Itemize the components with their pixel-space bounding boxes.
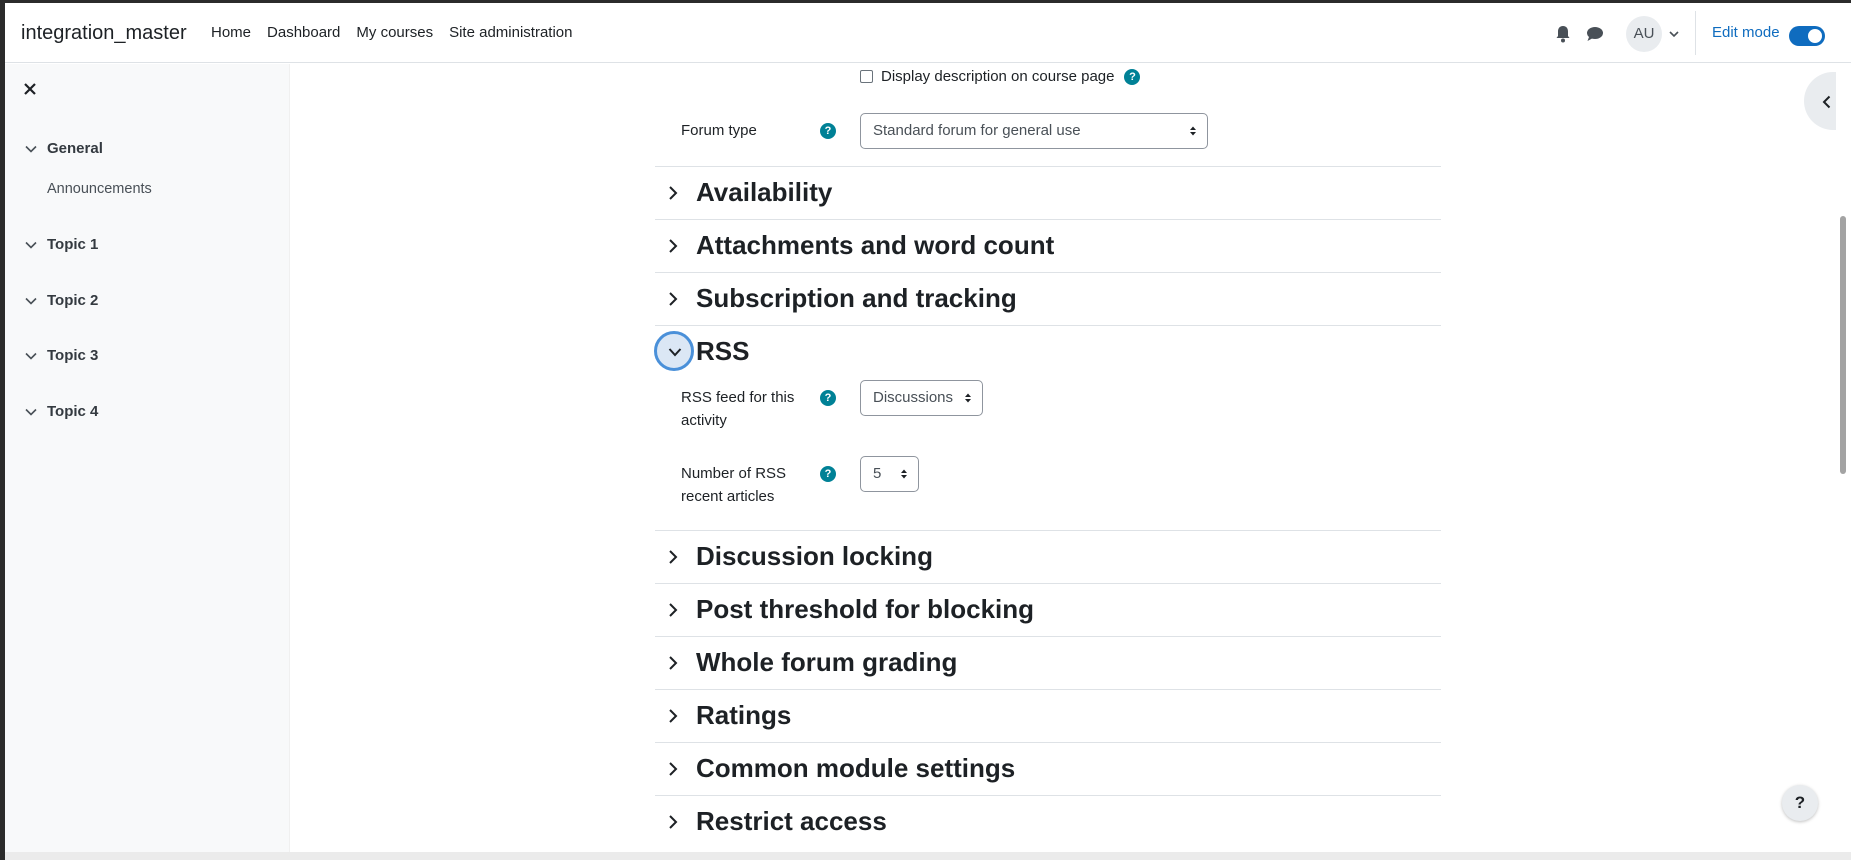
chevron-right-icon <box>669 239 678 253</box>
rss-articles-label: Number of RSS recent articles <box>681 465 787 505</box>
scrollbar-thumb[interactable] <box>1840 216 1846 474</box>
chevron-right-icon <box>669 186 678 200</box>
chevron-down-icon <box>25 241 37 249</box>
user-menu-chevron-down-icon[interactable] <box>1669 30 1679 38</box>
section-title: Whole forum grading <box>696 647 958 677</box>
course-item-announcements[interactable]: Announcements <box>47 181 152 197</box>
rss-feed-label: RSS feed for this activity <box>681 389 795 429</box>
section-title: Subscription and tracking <box>696 283 1017 313</box>
help-footer-button[interactable]: ? <box>1782 785 1818 821</box>
user-avatar[interactable]: AU <box>1626 16 1662 52</box>
help-icon[interactable]: ? <box>1124 68 1141 85</box>
bottom-taskbar-strip <box>5 852 1851 860</box>
section-title: Availability <box>696 177 833 207</box>
site-brand[interactable]: integration_master <box>21 22 187 45</box>
select-arrows-icon <box>1190 126 1196 136</box>
navbar-divider <box>1695 11 1696 55</box>
course-section-topic-2[interactable]: Topic 2 <box>25 292 98 309</box>
course-section-label: Topic 1 <box>47 236 99 253</box>
section-common-module-settings[interactable]: Common module settings <box>655 742 1441 795</box>
select-arrows-icon <box>965 393 971 403</box>
course-section-topic-4[interactable]: Topic 4 <box>25 403 98 420</box>
rss-articles-select[interactable]: 5 <box>860 456 919 492</box>
chevron-right-icon <box>669 550 678 564</box>
course-section-label: General <box>47 140 103 157</box>
edit-mode-label[interactable]: Edit mode <box>1712 24 1780 41</box>
display-description-row: Display description on course page ? <box>860 68 1141 85</box>
forum-type-label: Forum type <box>681 122 757 139</box>
section-discussion-locking[interactable]: Discussion locking <box>655 530 1441 583</box>
course-section-general[interactable]: General <box>25 140 103 157</box>
chevron-right-icon <box>669 815 678 829</box>
select-arrows-icon <box>901 469 907 479</box>
section-title: Ratings <box>696 700 792 730</box>
course-section-topic-3[interactable]: Topic 3 <box>25 347 98 364</box>
display-description-checkbox[interactable] <box>860 70 873 83</box>
section-title: Restrict access <box>696 806 887 836</box>
chevron-down-icon <box>25 352 37 360</box>
section-title[interactable]: RSS <box>696 336 749 367</box>
chevron-down-icon <box>25 145 37 153</box>
section-title: Discussion locking <box>696 541 933 571</box>
window-frame-left <box>0 0 5 860</box>
notifications-bell-icon[interactable] <box>1555 25 1571 43</box>
primary-navigation: Home Dashboard My courses Site administr… <box>211 24 589 41</box>
rss-collapse-toggle[interactable] <box>654 331 694 371</box>
course-section-label: Topic 4 <box>47 403 99 420</box>
chevron-right-icon <box>669 603 678 617</box>
rss-feed-select[interactable]: Discussions <box>860 380 983 416</box>
page-scrollbar[interactable] <box>1836 64 1851 860</box>
section-restrict-access[interactable]: Restrict access <box>655 795 1441 848</box>
help-icon[interactable]: ? <box>820 466 836 482</box>
section-availability[interactable]: Availability <box>655 166 1441 219</box>
chevron-down-icon <box>25 297 37 305</box>
course-index-drawer: General Announcements Topic 1 Topic 2 To… <box>5 64 290 855</box>
rss-articles-value: 5 <box>873 465 882 482</box>
edit-mode-toggle[interactable] <box>1789 26 1825 46</box>
section-attachments-word-count[interactable]: Attachments and word count <box>655 219 1441 272</box>
messages-chat-icon[interactable] <box>1586 26 1604 42</box>
section-title: Common module settings <box>696 753 1016 783</box>
section-whole-forum-grading[interactable]: Whole forum grading <box>655 636 1441 689</box>
forum-type-value: Standard forum for general use <box>873 122 1081 139</box>
chevron-down-icon <box>25 408 37 416</box>
top-navbar: integration_master Home Dashboard My cou… <box>5 3 1851 63</box>
chevron-right-icon <box>669 762 678 776</box>
course-section-topic-1[interactable]: Topic 1 <box>25 236 98 253</box>
close-icon[interactable] <box>23 82 37 96</box>
display-description-label[interactable]: Display description on course page <box>881 68 1114 85</box>
section-ratings[interactable]: Ratings <box>655 689 1441 742</box>
course-section-label: Topic 3 <box>47 347 99 364</box>
section-subscription-tracking[interactable]: Subscription and tracking <box>655 272 1441 325</box>
nav-home[interactable]: Home <box>211 24 251 41</box>
section-rss: RSS RSS feed for this activity ? Discuss… <box>654 325 1441 530</box>
chevron-right-icon <box>669 656 678 670</box>
nav-my-courses[interactable]: My courses <box>356 24 433 41</box>
toggle-knob <box>1808 29 1822 43</box>
nav-site-administration[interactable]: Site administration <box>449 24 572 41</box>
section-title: Post threshold for blocking <box>696 594 1035 624</box>
chevron-left-icon <box>1822 95 1831 109</box>
course-section-label: Topic 2 <box>47 292 99 309</box>
help-icon[interactable]: ? <box>820 390 836 406</box>
section-post-threshold[interactable]: Post threshold for blocking <box>655 583 1441 636</box>
nav-dashboard[interactable]: Dashboard <box>267 24 340 41</box>
forum-type-select[interactable]: Standard forum for general use <box>860 113 1208 149</box>
chevron-right-icon <box>669 292 678 306</box>
window-frame-top <box>0 0 1851 3</box>
rss-feed-value: Discussions <box>873 389 954 406</box>
chevron-down-icon <box>668 348 682 357</box>
help-icon[interactable]: ? <box>820 123 836 139</box>
section-title: Attachments and word count <box>696 230 1055 260</box>
chevron-right-icon <box>669 709 678 723</box>
